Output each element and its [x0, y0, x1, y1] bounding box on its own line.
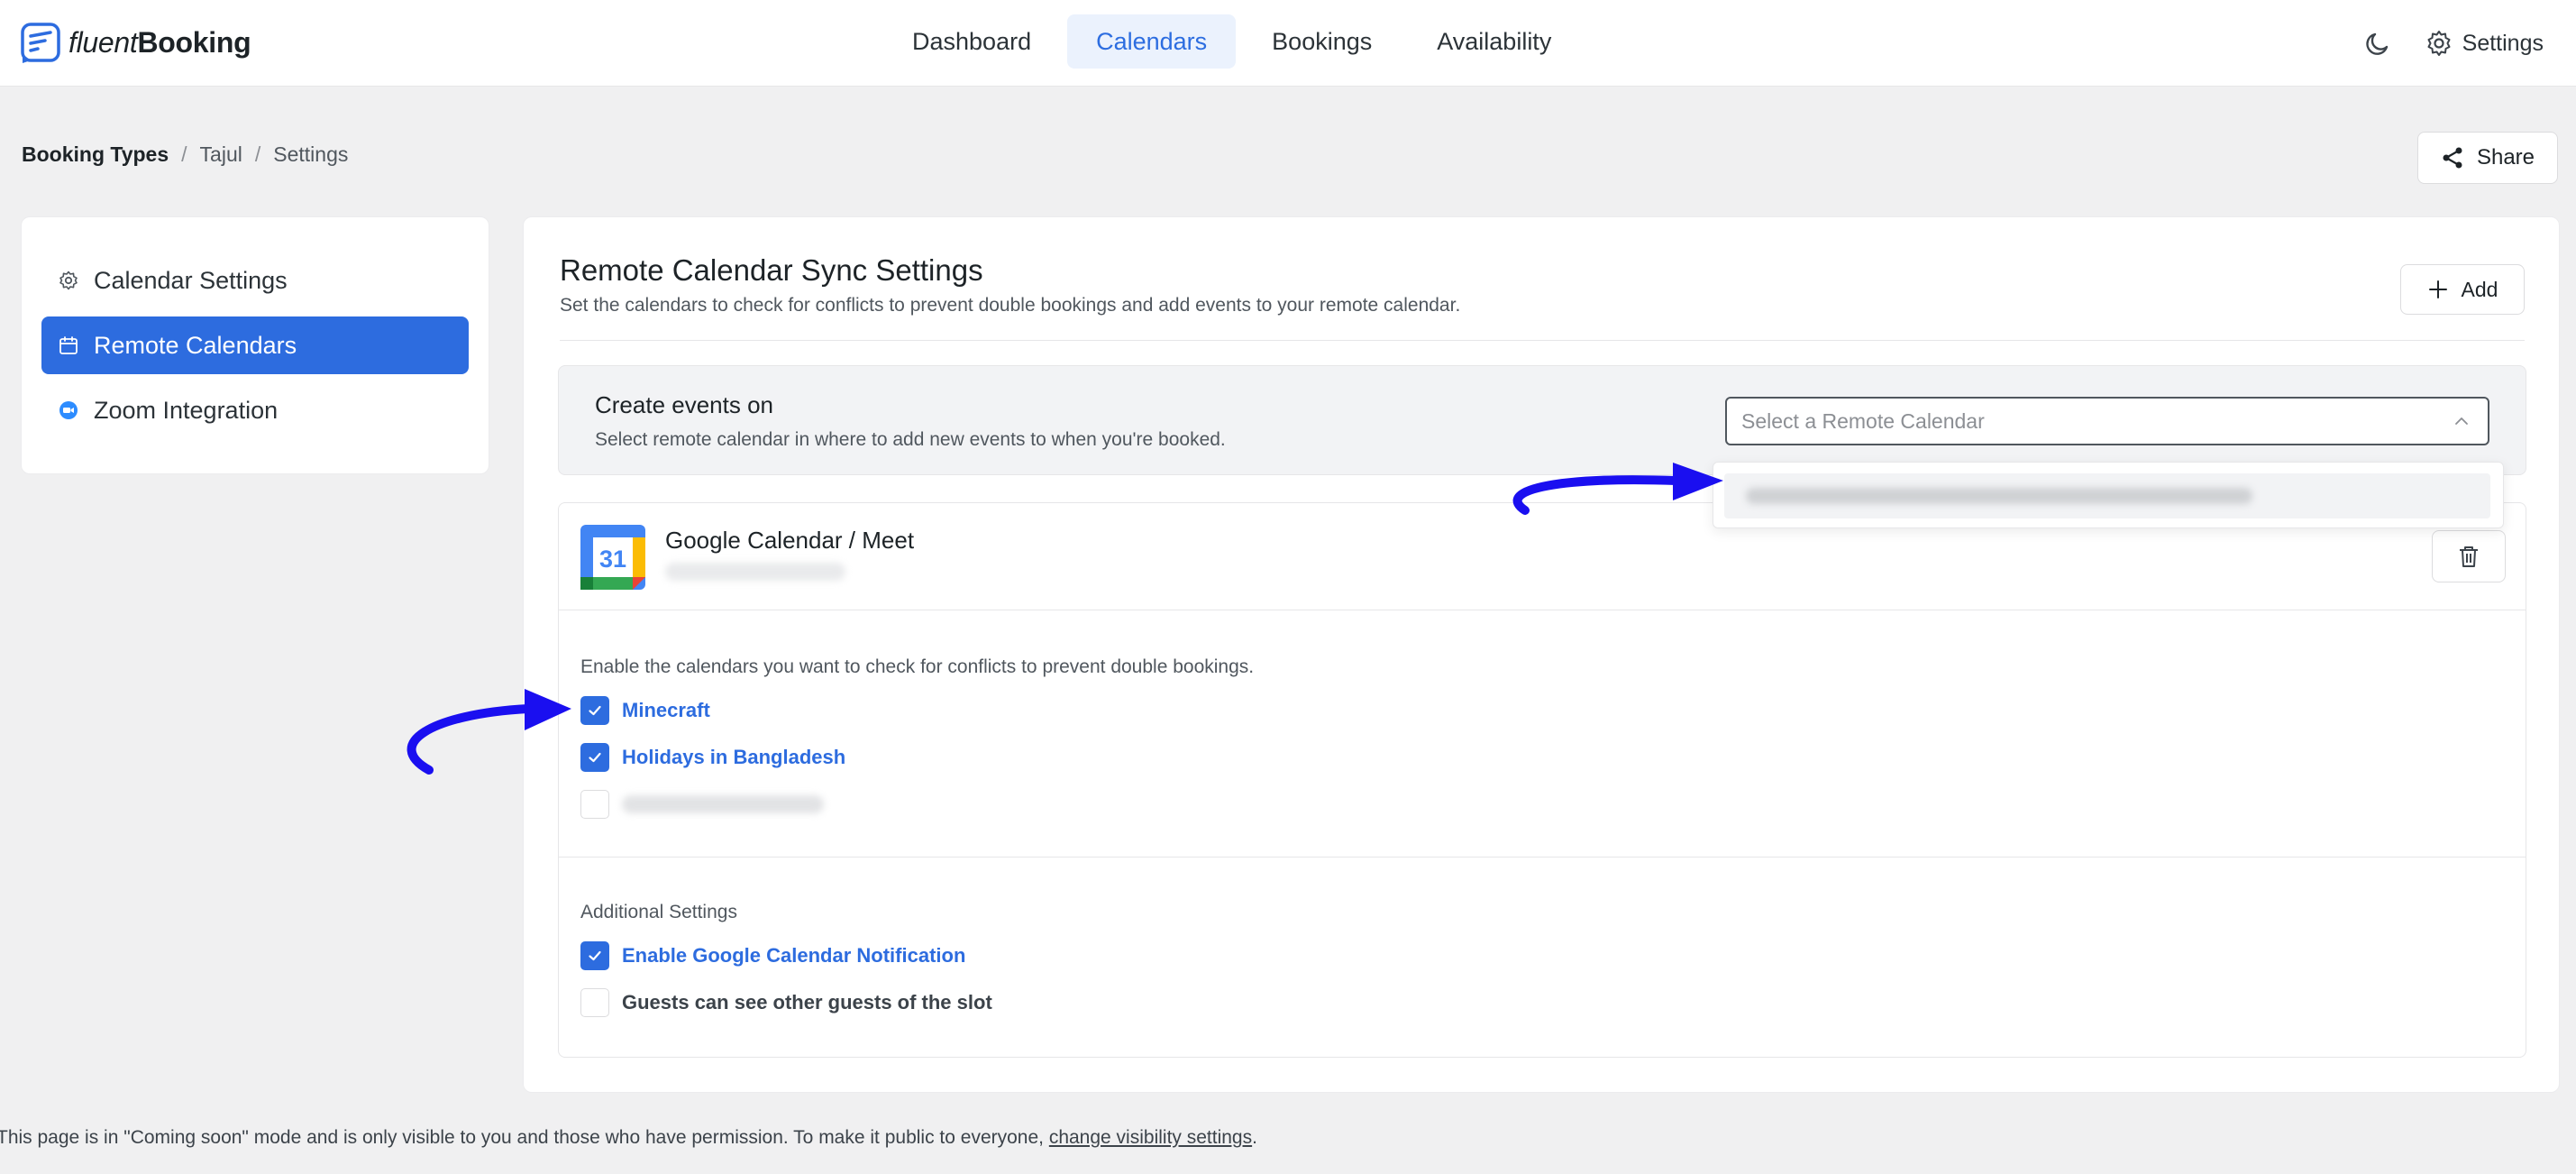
checkbox-checked[interactable]	[580, 941, 609, 970]
sidebar-item-zoom-integration[interactable]: Zoom Integration	[41, 381, 469, 439]
sidebar-item-label: Calendar Settings	[94, 266, 288, 294]
remote-calendar-settings-panel: Remote Calendar Sync Settings Set the ca…	[523, 216, 2560, 1093]
checkbox-guests-see-guests[interactable]: Guests can see other guests of the slot	[580, 987, 992, 1018]
additional-settings-title: Additional Settings	[580, 902, 737, 922]
checkbox-label[interactable]: Holidays in Bangladesh	[622, 746, 845, 769]
coming-soon-notice: This page is in "Coming soon" mode and i…	[0, 1127, 1257, 1149]
share-button[interactable]: Share	[2417, 132, 2558, 184]
settings-link[interactable]: Settings	[2425, 29, 2544, 58]
main-nav: Dashboard Calendars Bookings Availabilit…	[883, 14, 1580, 69]
nav-dashboard[interactable]: Dashboard	[883, 14, 1060, 69]
checkbox-unchecked[interactable]	[580, 790, 609, 819]
checkbox-label[interactable]: Enable Google Calendar Notification	[622, 944, 965, 968]
annotation-arrow-icon	[406, 689, 571, 775]
checkbox-checked[interactable]	[580, 696, 609, 725]
nav-availability[interactable]: Availability	[1408, 14, 1580, 69]
create-events-description: Select remote calendar in where to add n…	[595, 429, 1226, 450]
change-visibility-link[interactable]: change visibility settings	[1049, 1127, 1252, 1148]
calendar-checkbox-minecraft[interactable]: Minecraft	[580, 695, 710, 726]
chevron-up-icon	[2455, 417, 2468, 425]
checkmark-icon	[589, 752, 601, 763]
checkbox-enable-notification[interactable]: Enable Google Calendar Notification	[580, 940, 965, 971]
google-calendar-day-number: 31	[599, 546, 626, 573]
plus-icon	[2428, 280, 2447, 298]
coming-soon-text: This page is in "Coming soon" mode and i…	[0, 1127, 1049, 1148]
brand-logo[interactable]: fluentBooking	[20, 20, 251, 65]
top-bar: fluentBooking Dashboard Calendars Bookin…	[0, 0, 2576, 87]
create-events-title: Create events on	[595, 391, 774, 418]
breadcrumb: Booking Types / Tajul / Settings	[22, 142, 348, 167]
brand-name-bold: Booking	[137, 25, 251, 59]
zoom-icon	[59, 401, 78, 419]
sidebar-item-label: Zoom Integration	[94, 396, 279, 424]
gear-icon	[2427, 31, 2451, 56]
google-account-email-redacted	[665, 563, 845, 581]
share-label: Share	[2476, 145, 2535, 170]
nav-calendars[interactable]: Calendars	[1067, 14, 1237, 69]
dropdown-option-redacted[interactable]	[1724, 473, 2490, 518]
checkbox-label-redacted	[622, 795, 824, 813]
add-button[interactable]: Add	[2400, 264, 2525, 315]
breadcrumb-tajul[interactable]: Tajul	[200, 142, 242, 167]
remote-calendar-dropdown	[1713, 462, 2504, 528]
gear-icon	[59, 271, 78, 290]
checkmark-icon	[589, 705, 601, 716]
divider	[560, 340, 2525, 341]
share-icon	[2443, 147, 2462, 169]
calendar-checkbox-holidays-bangladesh[interactable]: Holidays in Bangladesh	[580, 742, 845, 773]
fluent-booking-logo-icon	[21, 23, 60, 63]
trash-icon	[2460, 546, 2478, 567]
breadcrumb-booking-types[interactable]: Booking Types	[22, 142, 169, 167]
google-calendar-connection: 31 Google Calendar / Meet Enable the cal…	[558, 502, 2526, 1058]
select-placeholder: Select a Remote Calendar	[1741, 408, 1985, 433]
settings-label: Settings	[2462, 30, 2544, 56]
checkbox-unchecked[interactable]	[580, 988, 609, 1017]
checkbox-label[interactable]: Guests can see other guests of the slot	[622, 991, 992, 1014]
divider	[559, 857, 2526, 858]
delete-connection-button[interactable]	[2432, 530, 2506, 582]
breadcrumb-settings: Settings	[273, 142, 349, 166]
page-description: Set the calendars to check for conflicts…	[560, 295, 1461, 316]
breadcrumb-separator: /	[254, 142, 261, 166]
add-label: Add	[2461, 277, 2498, 301]
page-title: Remote Calendar Sync Settings	[560, 253, 983, 287]
remote-calendar-select[interactable]: Select a Remote Calendar	[1725, 397, 2489, 445]
google-connection-name: Google Calendar / Meet	[665, 527, 915, 554]
dropdown-option-label-redacted	[1746, 488, 2252, 504]
annotation-arrow-icon	[1512, 463, 1723, 515]
settings-sidebar: Calendar Settings Remote Calendars Zoom …	[21, 216, 489, 474]
calendar-icon	[59, 336, 78, 354]
breadcrumb-separator: /	[181, 142, 187, 166]
dark-mode-toggle-moon-icon[interactable]	[2363, 28, 2394, 59]
checkmark-icon	[589, 950, 601, 961]
coming-soon-trailing: .	[1252, 1127, 1257, 1148]
checkbox-checked[interactable]	[580, 743, 609, 772]
checkbox-label[interactable]: Minecraft	[622, 699, 710, 722]
brand-name: fluentBooking	[69, 26, 251, 60]
google-calendar-icon: 31	[580, 525, 645, 590]
calendar-checkbox-redacted[interactable]	[580, 789, 824, 820]
brand-name-light: fluent	[69, 25, 138, 59]
sidebar-item-calendar-settings[interactable]: Calendar Settings	[41, 252, 469, 309]
nav-bookings[interactable]: Bookings	[1243, 14, 1401, 69]
header-actions: Settings	[2363, 22, 2544, 65]
conflict-calendars-description: Enable the calendars you want to check f…	[580, 656, 1255, 677]
sidebar-item-remote-calendars[interactable]: Remote Calendars	[41, 316, 469, 374]
sidebar-item-label: Remote Calendars	[94, 331, 297, 359]
